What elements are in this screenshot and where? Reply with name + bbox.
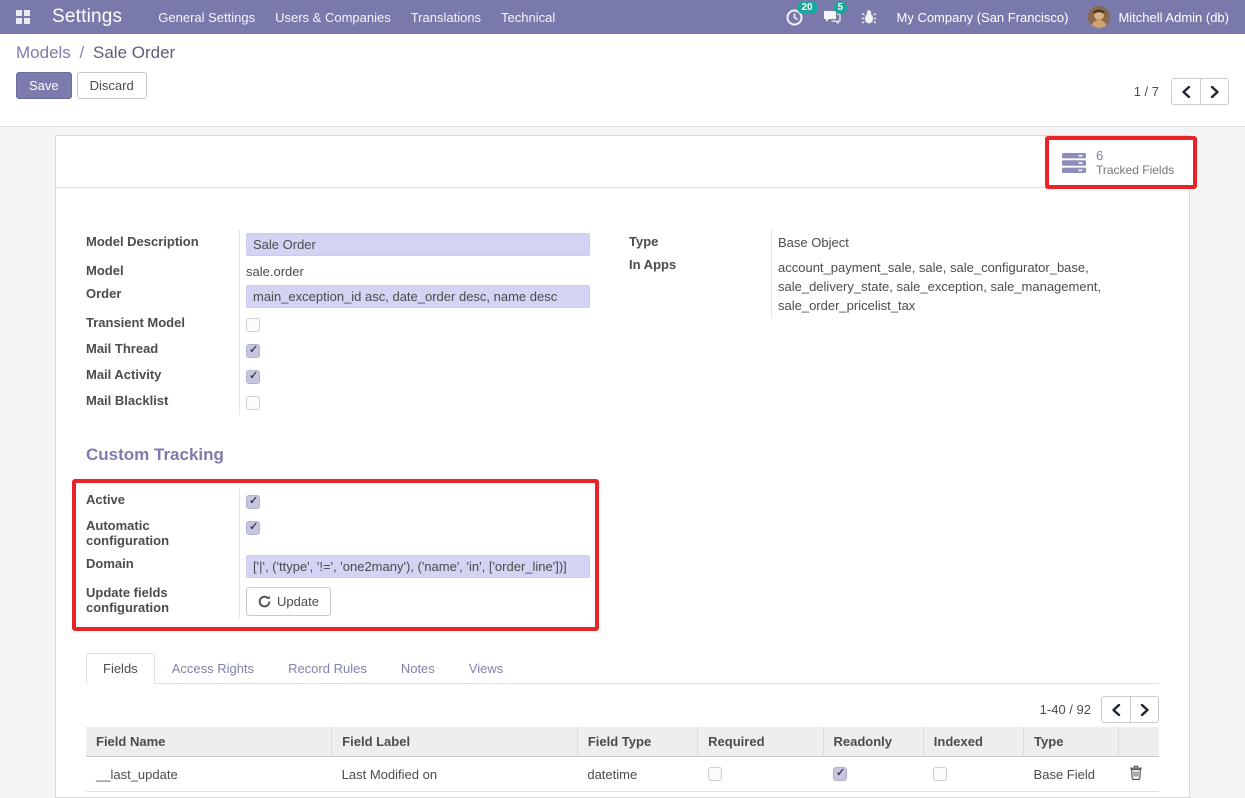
type-form-group: Type Base Object In Apps account_payment…: [629, 230, 1159, 318]
model-value: sale.order: [246, 262, 601, 279]
header-indexed[interactable]: Indexed: [923, 727, 1023, 757]
bug-icon[interactable]: [861, 9, 877, 25]
user-name: Mitchell Admin (db): [1118, 10, 1229, 25]
fields-pager-next-icon[interactable]: [1130, 696, 1159, 723]
control-panel: Models / Sale Order Save Discard 1 / 7: [0, 34, 1245, 127]
model-description-input[interactable]: [246, 233, 590, 256]
mail-activity-label: Mail Activity: [86, 363, 239, 389]
main-menu: General Settings Users & Companies Trans…: [148, 0, 565, 34]
pager-previous-icon[interactable]: [1171, 78, 1200, 105]
tab-views[interactable]: Views: [452, 653, 520, 684]
form-sheet: 6 Tracked Fields Model Description: [55, 135, 1190, 798]
mail-blacklist-label: Mail Blacklist: [86, 389, 239, 415]
user-menu[interactable]: Mitchell Admin (db): [1088, 6, 1229, 28]
header-required[interactable]: Required: [698, 727, 823, 757]
apps-menu-icon[interactable]: [10, 10, 36, 24]
company-menu[interactable]: My Company (San Francisco): [897, 10, 1069, 25]
model-form-group: Model Description Model sale.order Order: [86, 230, 601, 415]
type-value: Base Object: [778, 233, 1159, 250]
active-checkbox[interactable]: [246, 495, 260, 509]
tab-record-rules[interactable]: Record Rules: [271, 653, 384, 684]
user-avatar: [1088, 6, 1110, 28]
fields-table-header: Field Name Field Label Field Type Requir…: [86, 727, 1159, 757]
header-delete-column: [1119, 727, 1159, 757]
mail-thread-checkbox[interactable]: [246, 344, 260, 358]
model-description-label: Model Description: [86, 230, 239, 259]
domain-input[interactable]: [246, 555, 590, 578]
header-field-name[interactable]: Field Name: [86, 727, 332, 757]
tracked-fields-label: Tracked Fields: [1096, 163, 1174, 177]
cell-field-name[interactable]: __last_update: [86, 757, 332, 792]
top-navbar: Settings General Settings Users & Compan…: [0, 0, 1245, 34]
mail-blacklist-checkbox[interactable]: [246, 396, 260, 410]
cell-readonly-checkbox[interactable]: [833, 767, 847, 781]
cell-required-checkbox[interactable]: [708, 767, 722, 781]
menu-general-settings[interactable]: General Settings: [148, 0, 265, 34]
discard-button[interactable]: Discard: [77, 72, 147, 99]
model-label: Model: [86, 259, 239, 282]
header-field-type[interactable]: Field Type: [577, 727, 697, 757]
type-label: Type: [629, 230, 771, 253]
automatic-configuration-label: Automatic configuration: [86, 514, 239, 552]
breadcrumb: Models / Sale Order: [16, 43, 1229, 63]
app-title: Settings: [52, 6, 122, 28]
order-label: Order: [86, 282, 239, 311]
stat-button-row: 6 Tracked Fields: [56, 136, 1189, 188]
transient-model-label: Transient Model: [86, 311, 239, 337]
cell-field-type[interactable]: datetime: [577, 757, 697, 792]
order-input[interactable]: [246, 285, 590, 308]
header-readonly[interactable]: Readonly: [823, 727, 923, 757]
header-type[interactable]: Type: [1024, 727, 1119, 757]
record-pager-value[interactable]: 1 / 7: [1134, 84, 1159, 99]
activities-icon[interactable]: 20: [786, 9, 803, 26]
custom-tracking-heading: Custom Tracking: [86, 445, 1159, 465]
fields-table: Field Name Field Label Field Type Requir…: [86, 727, 1159, 792]
cell-type[interactable]: Base Field: [1024, 757, 1119, 792]
breadcrumb-current: Sale Order: [93, 43, 175, 62]
in-apps-value: account_payment_sale, sale, sale_configu…: [778, 256, 1159, 315]
mail-thread-label: Mail Thread: [86, 337, 239, 363]
custom-tracking-annotation-box: Active Automatic configuration Domain Up…: [72, 479, 599, 631]
tracked-fields-button[interactable]: 6 Tracked Fields: [1049, 140, 1193, 185]
breadcrumb-separator: /: [80, 43, 85, 62]
cell-indexed-checkbox[interactable]: [933, 767, 947, 781]
activities-badge: 20: [797, 1, 818, 14]
active-label: Active: [86, 488, 239, 514]
menu-translations[interactable]: Translations: [401, 0, 491, 34]
mail-activity-checkbox[interactable]: [246, 370, 260, 384]
pager-next-icon[interactable]: [1200, 78, 1229, 105]
content-area: 6 Tracked Fields Model Description: [0, 135, 1245, 798]
refresh-icon: [258, 595, 271, 608]
breadcrumb-models-link[interactable]: Models: [16, 43, 71, 62]
tab-notes[interactable]: Notes: [384, 653, 452, 684]
in-apps-label: In Apps: [629, 253, 771, 318]
delete-row-icon[interactable]: [1129, 765, 1143, 780]
automatic-configuration-checkbox[interactable]: [246, 521, 260, 535]
update-button[interactable]: Update: [246, 587, 331, 616]
transient-model-checkbox[interactable]: [246, 318, 260, 332]
tab-fields[interactable]: Fields: [86, 653, 155, 684]
fields-pager-previous-icon[interactable]: [1101, 696, 1130, 723]
update-button-label: Update: [277, 593, 319, 610]
tracked-fields-annotation-box: 6 Tracked Fields: [1045, 136, 1197, 189]
table-row[interactable]: __last_update Last Modified on datetime …: [86, 757, 1159, 792]
header-field-label[interactable]: Field Label: [332, 727, 578, 757]
tracked-fields-icon: [1061, 152, 1087, 174]
menu-users-companies[interactable]: Users & Companies: [265, 0, 401, 34]
save-button[interactable]: Save: [16, 72, 72, 99]
messages-badge: 5: [834, 1, 848, 14]
notebook-tabs: Fields Access Rights Record Rules Notes …: [86, 653, 1159, 684]
custom-tracking-group: Active Automatic configuration Domain Up…: [86, 488, 595, 619]
domain-label: Domain: [86, 552, 239, 581]
menu-technical[interactable]: Technical: [491, 0, 565, 34]
fields-pager-value[interactable]: 1-40 / 92: [1040, 702, 1091, 717]
update-fields-configuration-label: Update fields configuration: [86, 581, 239, 619]
messages-icon[interactable]: 5: [823, 9, 841, 25]
tracked-fields-count: 6: [1096, 148, 1174, 163]
tab-access-rights[interactable]: Access Rights: [155, 653, 271, 684]
cell-field-label[interactable]: Last Modified on: [332, 757, 578, 792]
